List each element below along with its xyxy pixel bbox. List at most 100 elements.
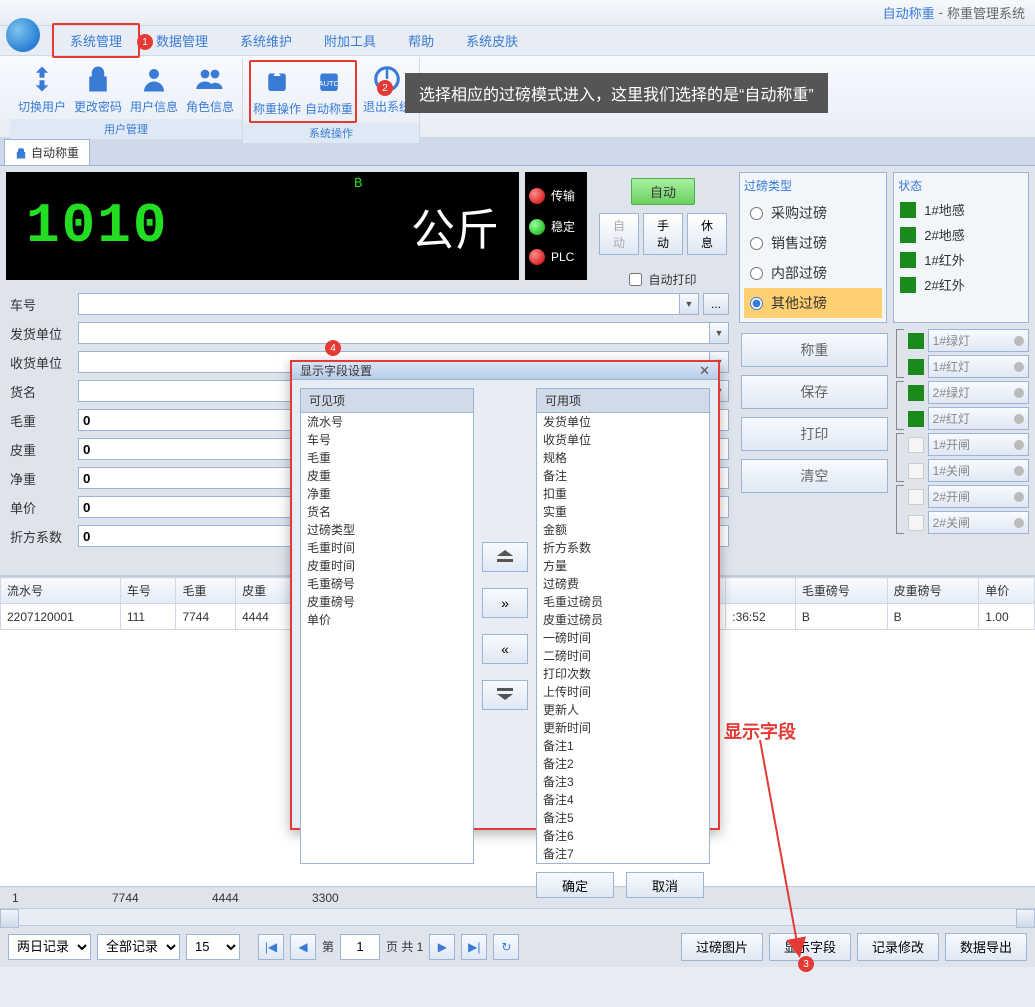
radio-内部过磅[interactable]: 内部过磅 xyxy=(744,258,882,288)
btn-ok[interactable]: 确定 xyxy=(536,872,614,898)
btn-role-info[interactable]: 角色信息 xyxy=(184,60,236,119)
list-item[interactable]: 备注5 xyxy=(537,809,709,827)
light-2#绿灯[interactable]: 2#绿灯 xyxy=(908,381,1029,404)
light-1#开闸[interactable]: 1#开闸 xyxy=(908,433,1029,456)
nav-first[interactable]: |◀ xyxy=(258,934,284,960)
filter-all[interactable]: 全部记录 xyxy=(97,934,180,960)
light-1#绿灯[interactable]: 1#绿灯 xyxy=(908,329,1029,352)
list-item[interactable]: 金额 xyxy=(537,521,709,539)
btn-move-up[interactable] xyxy=(482,542,528,572)
radio-其他过磅[interactable]: 其他过磅 xyxy=(744,288,882,318)
btn-保存[interactable]: 保存 xyxy=(741,375,888,409)
list-item[interactable]: 皮重过磅员 xyxy=(537,611,709,629)
list-item[interactable]: 货名 xyxy=(301,503,473,521)
combo-btn[interactable]: ▼ xyxy=(679,293,699,315)
btn-weigh-img[interactable]: 过磅图片 xyxy=(681,933,763,961)
radio-销售过磅[interactable]: 销售过磅 xyxy=(744,228,882,258)
state-2#地感: 2#地感 xyxy=(900,225,1022,244)
dialog-title[interactable]: 显示字段设置 ✕ xyxy=(292,362,718,380)
menu-skin[interactable]: 系统皮肤 xyxy=(450,25,534,56)
list-item[interactable]: 二磅时间 xyxy=(537,647,709,665)
available-list[interactable]: 发货单位收货单位规格备注扣重实重金额折方系数方量过磅费毛重过磅员皮重过磅员一磅时… xyxy=(536,412,710,864)
btn-清空[interactable]: 清空 xyxy=(741,459,888,493)
btn-move-right[interactable]: » xyxy=(482,588,528,618)
list-item[interactable]: 规格 xyxy=(537,449,709,467)
btn-user-info[interactable]: 用户信息 xyxy=(128,60,180,119)
list-item[interactable]: 更新时间 xyxy=(537,719,709,737)
list-item[interactable]: 毛重 xyxy=(301,449,473,467)
tab-auto-weigh[interactable]: 自动称重 xyxy=(4,139,90,165)
list-item[interactable]: 毛重过磅员 xyxy=(537,593,709,611)
btn-mode-manual[interactable]: 手动 xyxy=(643,213,683,255)
list-item[interactable]: 上传时间 xyxy=(537,683,709,701)
light-2#关闸[interactable]: 2#关闸 xyxy=(908,511,1029,534)
status-col: 传输稳定PLC xyxy=(525,172,587,280)
btn-move-down[interactable] xyxy=(482,680,528,710)
btn-weigh-op[interactable]: 称重操作 xyxy=(251,62,303,121)
list-item[interactable]: 一磅时间 xyxy=(537,629,709,647)
list-item[interactable]: 毛重时间 xyxy=(301,539,473,557)
list-item[interactable]: 备注1 xyxy=(537,737,709,755)
list-item[interactable]: 皮重时间 xyxy=(301,557,473,575)
input-发货单位[interactable] xyxy=(78,322,710,344)
action-btns: 称重保存打印清空 xyxy=(739,329,890,575)
btn-称重[interactable]: 称重 xyxy=(741,333,888,367)
light-1#关闸[interactable]: 1#关闸 xyxy=(908,459,1029,482)
radio-采购过磅[interactable]: 采购过磅 xyxy=(744,198,882,228)
btn-打印[interactable]: 打印 xyxy=(741,417,888,451)
list-item[interactable]: 皮重 xyxy=(301,467,473,485)
list-item[interactable]: 备注6 xyxy=(537,827,709,845)
menu-tools[interactable]: 附加工具 xyxy=(308,25,392,56)
btn-move-left[interactable]: « xyxy=(482,634,528,664)
list-item[interactable]: 更新人 xyxy=(537,701,709,719)
nav-prev[interactable]: ◀ xyxy=(290,934,316,960)
list-item[interactable]: 备注4 xyxy=(537,791,709,809)
list-item[interactable]: 备注3 xyxy=(537,773,709,791)
list-item[interactable]: 扣重 xyxy=(537,485,709,503)
menu-maint[interactable]: 系统维护 xyxy=(224,25,308,56)
visible-list[interactable]: 流水号车号毛重皮重净重货名过磅类型毛重时间皮重时间毛重磅号皮重磅号单价 xyxy=(300,412,474,864)
list-item[interactable]: 方量 xyxy=(537,557,709,575)
btn-auto-weigh[interactable]: AUTO自动称重 xyxy=(303,62,355,121)
list-item[interactable]: 发货单位 xyxy=(537,413,709,431)
btn-mode-rest[interactable]: 休息 xyxy=(687,213,727,255)
list-item[interactable]: 打印次数 xyxy=(537,665,709,683)
filter-date[interactable]: 两日记录 xyxy=(8,934,91,960)
close-icon[interactable]: ✕ xyxy=(699,363,710,379)
list-item[interactable]: 折方系数 xyxy=(537,539,709,557)
btn-switch-user[interactable]: 切换用户 xyxy=(16,60,68,119)
list-item[interactable]: 收货单位 xyxy=(537,431,709,449)
input-车号[interactable] xyxy=(78,293,680,315)
page-input[interactable] xyxy=(340,934,380,960)
list-item[interactable]: 净重 xyxy=(301,485,473,503)
list-item[interactable]: 实重 xyxy=(537,503,709,521)
btn-change-pwd[interactable]: 更改密码 xyxy=(72,60,124,119)
h-scrollbar[interactable] xyxy=(0,908,1035,925)
ellip-btn[interactable]: ... xyxy=(703,293,729,315)
list-item[interactable]: 车号 xyxy=(301,431,473,449)
light-1#红灯[interactable]: 1#红灯 xyxy=(908,355,1029,378)
list-item[interactable]: 过磅类型 xyxy=(301,521,473,539)
combo-btn[interactable]: ▼ xyxy=(709,322,729,344)
list-item[interactable]: 皮重磅号 xyxy=(301,593,473,611)
list-item[interactable]: 备注2 xyxy=(537,755,709,773)
menu-help[interactable]: 帮助 xyxy=(392,25,450,56)
list-item[interactable]: 流水号 xyxy=(301,413,473,431)
nav-next[interactable]: ▶ xyxy=(429,934,455,960)
page-size[interactable]: 15 xyxy=(186,934,240,960)
nav-refresh[interactable]: ↻ xyxy=(493,934,519,960)
list-item[interactable]: 单价 xyxy=(301,611,473,629)
btn-export[interactable]: 数据导出 xyxy=(945,933,1027,961)
nav-last[interactable]: ▶| xyxy=(461,934,487,960)
btn-edit-record[interactable]: 记录修改 xyxy=(857,933,939,961)
list-item[interactable]: 备注7 xyxy=(537,845,709,863)
list-item[interactable]: 过磅费 xyxy=(537,575,709,593)
btn-mode-auto[interactable]: 自动 xyxy=(599,213,639,255)
list-item[interactable]: 备注 xyxy=(537,467,709,485)
light-2#开闸[interactable]: 2#开闸 xyxy=(908,485,1029,508)
light-2#红灯[interactable]: 2#红灯 xyxy=(908,407,1029,430)
mode-label: 自动 xyxy=(631,178,695,205)
menu-system[interactable]: 系统管理 xyxy=(52,23,140,58)
list-item[interactable]: 毛重磅号 xyxy=(301,575,473,593)
btn-cancel[interactable]: 取消 xyxy=(626,872,704,898)
